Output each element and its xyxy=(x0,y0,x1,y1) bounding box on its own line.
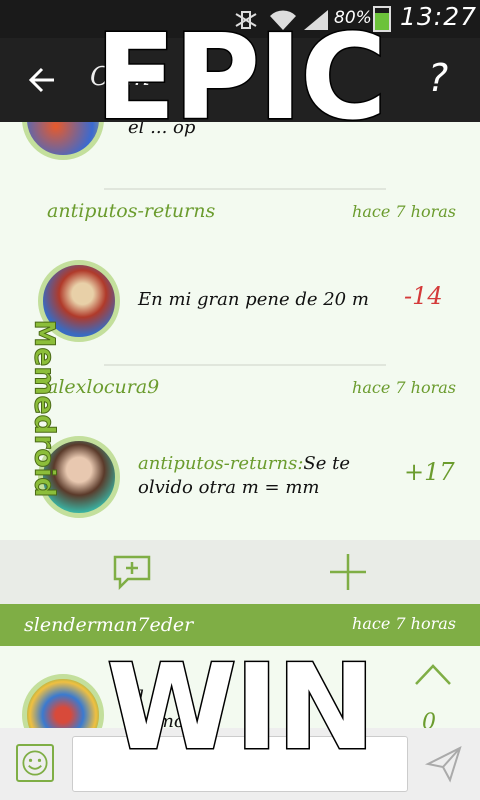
meme-bottom-text: WIN xyxy=(105,638,377,776)
post-username[interactable]: slenderman7eder xyxy=(24,614,193,636)
action-bar xyxy=(0,540,480,604)
comment-text: En mi gran pene de 20 m xyxy=(138,289,369,310)
vote-count: +17 xyxy=(404,458,455,486)
comment-text: antiputos-returns:Se te olvido otra m = … xyxy=(138,452,378,500)
plus-icon[interactable] xyxy=(328,554,368,590)
meme-top-text: EPIC xyxy=(94,8,389,146)
comment-time: hace 7 horas xyxy=(352,378,456,397)
add-comment-icon[interactable] xyxy=(112,554,152,590)
comment-username[interactable]: antiputos-returns xyxy=(47,200,215,222)
post-time: hace 7 horas xyxy=(352,614,456,633)
divider xyxy=(104,364,386,366)
divider xyxy=(104,188,386,190)
vote-count: -14 xyxy=(404,282,443,310)
memedroid-watermark: Memedroid xyxy=(28,319,62,498)
comment-time: hace 7 horas xyxy=(352,202,456,221)
comment-username[interactable]: alexlocura9 xyxy=(47,376,159,398)
comment-mention[interactable]: antiputos-returns: xyxy=(138,453,303,474)
comment-list[interactable]: el ... op antiputos-returns hace 7 horas… xyxy=(0,122,480,540)
